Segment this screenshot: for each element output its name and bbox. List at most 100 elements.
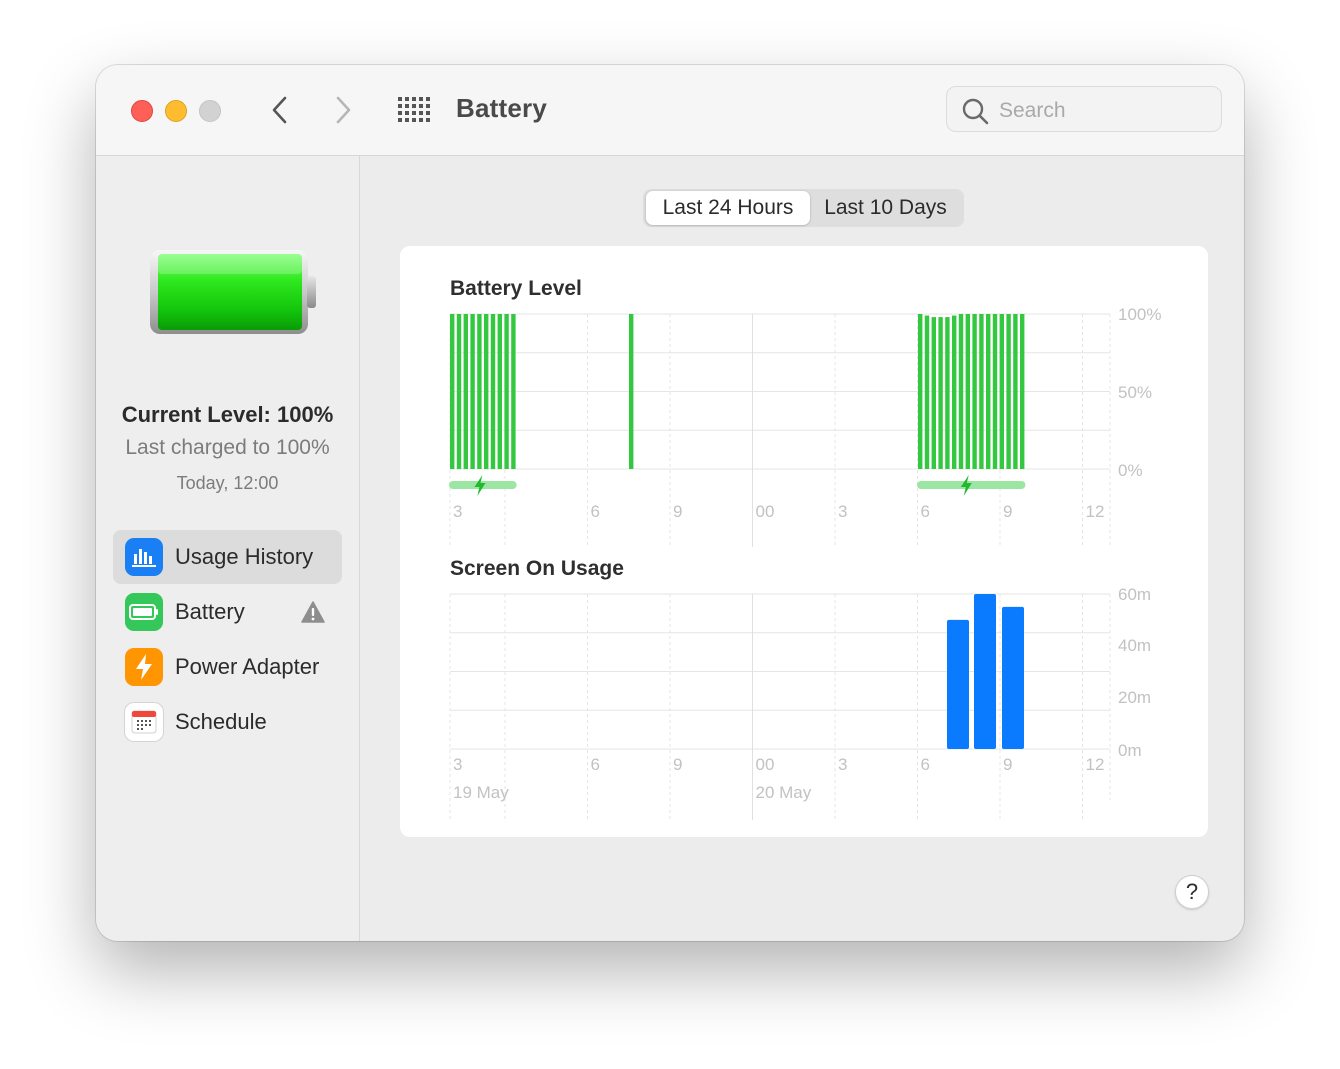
battery-level-bar [629, 314, 634, 469]
grid-dot [419, 118, 423, 122]
search-field[interactable]: Search [946, 86, 1222, 132]
grid-dot [398, 118, 402, 122]
sidebar-item-schedule[interactable]: Schedule [113, 695, 342, 749]
battery-level-bar [945, 317, 950, 469]
help-button[interactable]: ? [1175, 875, 1209, 909]
minimize-button[interactable] [165, 100, 187, 122]
usage-charts: 3 6 9 00 3 6 9 12 100% 50% 0% 3 6 9 00 3 6 9 12 60m 40m 20m 0m… [449, 305, 1161, 820]
battery-level-bar [986, 314, 991, 469]
tab-last-24-hours[interactable]: Last 24 Hours [646, 191, 810, 225]
x-tick-label: 9 [1003, 755, 1012, 774]
grid-dot [405, 104, 409, 108]
battery-level-bar [1020, 314, 1025, 469]
battery-preferences-window: Battery Search Current Level: 100% Last … [96, 65, 1244, 941]
sidebar: Current Level: 100% Last charged to 100%… [96, 156, 360, 941]
date-label: 20 May [756, 783, 812, 802]
y-tick-label: 0m [1118, 741, 1142, 760]
grid-dot [426, 97, 430, 101]
battery-level-bar [924, 315, 930, 469]
battery-level-bar [470, 314, 475, 469]
main-content: Last 24 Hours Last 10 Days 3 6 9 00 3 6 9 12 100… [360, 156, 1244, 941]
x-tick-label: 12 [1086, 502, 1105, 521]
tab-last-10-days[interactable]: Last 10 Days [810, 191, 961, 225]
grid-dot [398, 97, 402, 101]
x-tick-label: 00 [756, 502, 775, 521]
battery-level-bar [497, 314, 502, 469]
forward-button[interactable] [326, 93, 360, 127]
x-tick-label: 3 [453, 502, 462, 521]
x-tick-label: 6 [591, 502, 600, 521]
x-tick-label: 6 [921, 502, 930, 521]
show-all-button[interactable] [396, 95, 432, 125]
charging-indicator [917, 481, 1026, 489]
grid-dot [426, 118, 430, 122]
y-tick-label: 60m [1118, 585, 1151, 604]
window-title: Battery [456, 93, 547, 123]
grid-dot [412, 111, 416, 115]
sidebar-item-label: Schedule [175, 709, 267, 734]
battery-level-bar [511, 314, 516, 469]
y-tick-label: 40m [1118, 636, 1151, 655]
search-placeholder: Search [999, 99, 1066, 122]
x-tick-label: 3 [453, 755, 462, 774]
x-tick-label: 9 [673, 502, 682, 521]
grid-dot [419, 111, 423, 115]
screen-usage-bar [1002, 606, 1024, 749]
screen-usage-bar [947, 619, 969, 749]
sidebar-item-power-adapter[interactable]: Power Adapter [113, 640, 342, 694]
battery-level-bar [931, 317, 936, 469]
time-range-segmented-control: Last 24 Hours Last 10 Days [643, 189, 964, 227]
back-button[interactable] [263, 93, 297, 127]
battery-level-bar [477, 314, 482, 469]
grid-dot [412, 104, 416, 108]
sidebar-item-usage-history[interactable]: Usage History [113, 530, 342, 584]
x-tick-label: 3 [838, 502, 847, 521]
grid-dot [405, 97, 409, 101]
battery-level-bar [1006, 314, 1011, 469]
calendar-icon [125, 703, 163, 741]
battery-level-chart-title: Battery Level [450, 277, 582, 300]
battery-level-bar [952, 315, 957, 469]
charging-bolt-icon [474, 475, 486, 496]
battery-level-bar [463, 314, 468, 469]
last-charged-time: Today, 12:00 [176, 473, 279, 493]
chevron-right-icon [336, 96, 351, 124]
grid-dot [405, 111, 409, 115]
battery-level-bar [965, 314, 970, 469]
y-tick-label: 0% [1118, 461, 1143, 480]
sidebar-item-label: Power Adapter [175, 654, 320, 679]
x-tick-label: 9 [673, 755, 682, 774]
warning-icon [301, 601, 325, 623]
title-bar: Battery Search [96, 65, 1244, 156]
battery-level-bar [456, 314, 462, 469]
battery-level-bar [938, 317, 943, 469]
y-tick-label: 20m [1118, 688, 1151, 707]
screen-on-usage-chart-title: Screen On Usage [450, 557, 624, 580]
battery-level-bar [999, 314, 1004, 469]
grid-dot [405, 118, 409, 122]
battery-level-bar [504, 314, 509, 469]
x-tick-label: 9 [1003, 502, 1012, 521]
zoom-button[interactable] [199, 100, 221, 122]
last-charged: Last charged to 100% [125, 436, 330, 459]
battery-level-bar [979, 314, 984, 469]
lightning-icon [125, 648, 163, 686]
battery-full-icon [150, 250, 316, 334]
grid-dot [412, 118, 416, 122]
sidebar-item-label: Usage History [175, 544, 314, 569]
battery-level-bar [484, 314, 489, 469]
grid-dot [398, 111, 402, 115]
usage-history-card: 3 6 9 00 3 6 9 12 100% 50% 0% 3 6 9 00 3 6 9 12 60m 40m 20m 0m… [400, 246, 1208, 837]
x-tick-label: 6 [591, 755, 600, 774]
grid-dot [426, 111, 430, 115]
grid-dot [419, 97, 423, 101]
sidebar-item-battery[interactable]: Battery [113, 585, 342, 639]
close-button[interactable] [131, 100, 153, 122]
x-tick-label: 12 [1086, 755, 1105, 774]
battery-level-bar [972, 314, 977, 469]
battery-level-bar [958, 314, 964, 469]
battery-icon [125, 593, 163, 631]
battery-level-bar [918, 314, 923, 469]
screen-usage-bar [974, 594, 996, 749]
current-level: Current Level: 100% [121, 402, 334, 427]
